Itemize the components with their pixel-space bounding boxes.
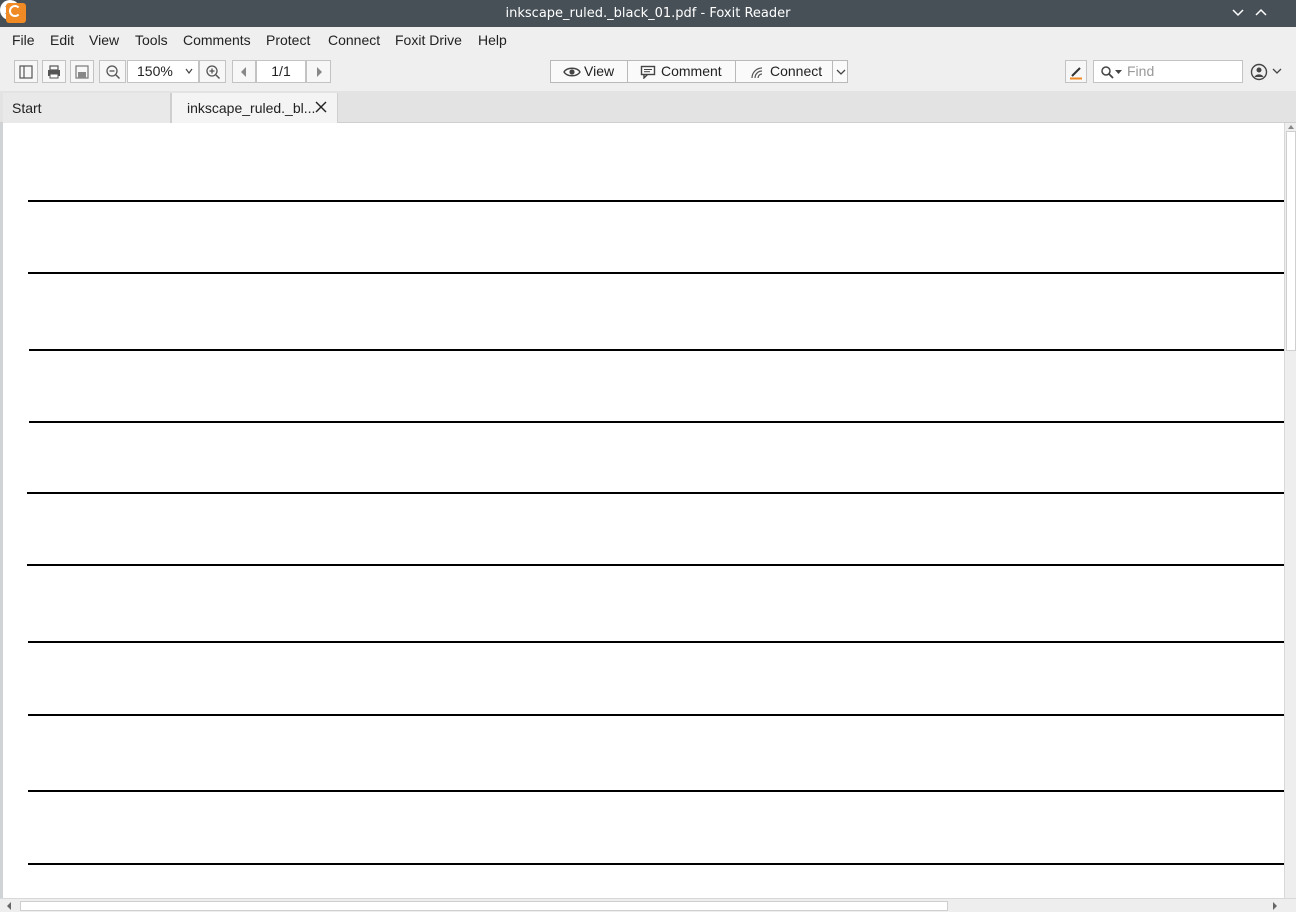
zoom-out-button[interactable] [99, 60, 126, 83]
maximize-button[interactable] [1251, 3, 1271, 23]
title-bar: inkscape_ruled._black_01.pdf - Foxit Rea… [0, 0, 1296, 27]
ruled-line [29, 349, 1284, 351]
menu-file[interactable]: File [10, 27, 37, 53]
ruled-line [28, 641, 1284, 643]
menu-edit[interactable]: Edit [48, 27, 76, 53]
zoom-out-icon [105, 64, 120, 79]
chevron-down-icon [1232, 9, 1244, 17]
document-viewport[interactable] [0, 123, 1296, 912]
page-number-input[interactable]: 1/1 [256, 60, 306, 83]
connect-icon [751, 67, 763, 79]
chevron-down-icon [184, 61, 194, 90]
foxit-reader-window: inkscape_ruled._black_01.pdf - Foxit Rea… [0, 0, 1296, 912]
comment-mode-button[interactable]: Comment [627, 60, 736, 83]
ruled-line [28, 790, 1284, 792]
menu-comments[interactable]: Comments [181, 27, 253, 53]
menu-view[interactable]: View [87, 27, 121, 53]
chevron-down-icon[interactable] [1272, 67, 1282, 75]
find-placeholder: Find [1127, 63, 1155, 79]
comment-mode-label: Comment [661, 63, 722, 79]
scroll-up-icon[interactable] [1287, 124, 1295, 130]
ruled-line [28, 863, 1284, 865]
scroll-right-icon[interactable] [1272, 902, 1278, 910]
find-input[interactable]: Find [1093, 60, 1243, 83]
menu-foxit-drive[interactable]: Foxit Drive [393, 27, 464, 53]
vertical-scrollbar[interactable] [1284, 123, 1296, 898]
previous-page-button[interactable] [232, 60, 256, 83]
highlight-button[interactable] [1065, 60, 1087, 83]
menu-bar: File Edit View Tools Comments Protect Co… [0, 27, 1296, 53]
account-button[interactable] [1250, 63, 1268, 81]
ruled-line [28, 272, 1284, 274]
view-mode-button[interactable]: View [550, 60, 628, 83]
save-icon [75, 64, 89, 79]
triangle-right-icon [316, 66, 322, 77]
search-icon [1101, 66, 1114, 79]
menu-protect[interactable]: Protect [264, 27, 312, 53]
tab-start-label: Start [12, 100, 42, 116]
save-button[interactable] [70, 60, 94, 83]
user-icon [1250, 63, 1268, 81]
minimize-button[interactable] [1228, 3, 1248, 23]
highlighter-icon [1070, 66, 1082, 79]
tab-start[interactable]: Start [3, 93, 171, 123]
ruled-line [28, 200, 1284, 202]
sidebar-toggle-button[interactable] [14, 60, 38, 83]
toolbar: 150% 1/1 View Comment Connect Find [0, 53, 1296, 91]
connect-mode-label: Connect [770, 63, 823, 79]
close-icon[interactable] [315, 101, 327, 113]
mode-dropdown-button[interactable] [832, 60, 848, 83]
printer-icon [48, 64, 60, 78]
zoom-value: 150% [137, 63, 173, 79]
window-title: inkscape_ruled._black_01.pdf - Foxit Rea… [505, 6, 791, 21]
ruled-line [28, 714, 1284, 716]
vertical-scroll-thumb[interactable] [1286, 131, 1296, 351]
zoom-in-icon [205, 64, 220, 79]
chevron-down-icon [836, 69, 846, 75]
horizontal-scroll-thumb[interactable] [20, 901, 948, 911]
print-button[interactable] [42, 60, 66, 83]
menu-connect[interactable]: Connect [326, 27, 382, 53]
zoom-select[interactable]: 150% [127, 60, 199, 83]
tab-bar: Start inkscape_ruled._bl... [0, 91, 1296, 123]
ruled-line [27, 564, 1284, 566]
view-mode-label: View [584, 63, 615, 79]
eye-icon [563, 67, 581, 77]
ruled-line [27, 492, 1284, 494]
comment-icon [640, 65, 656, 79]
pdf-page[interactable] [3, 123, 1284, 898]
triangle-left-icon [241, 66, 246, 77]
ruled-line [29, 421, 1284, 423]
sidebar-icon [19, 64, 33, 79]
horizontal-scrollbar[interactable] [0, 898, 1296, 912]
tab-document[interactable]: inkscape_ruled._bl... [171, 93, 338, 123]
chevron-down-icon [1115, 70, 1122, 74]
next-page-button[interactable] [306, 60, 331, 83]
menu-help[interactable]: Help [476, 27, 509, 53]
zoom-in-button[interactable] [199, 60, 226, 83]
menu-tools[interactable]: Tools [133, 27, 170, 53]
chevron-up-icon [1255, 8, 1267, 16]
connect-mode-button[interactable]: Connect [735, 60, 833, 83]
tab-document-label: inkscape_ruled._bl... [187, 100, 316, 116]
scroll-left-icon[interactable] [6, 902, 12, 910]
